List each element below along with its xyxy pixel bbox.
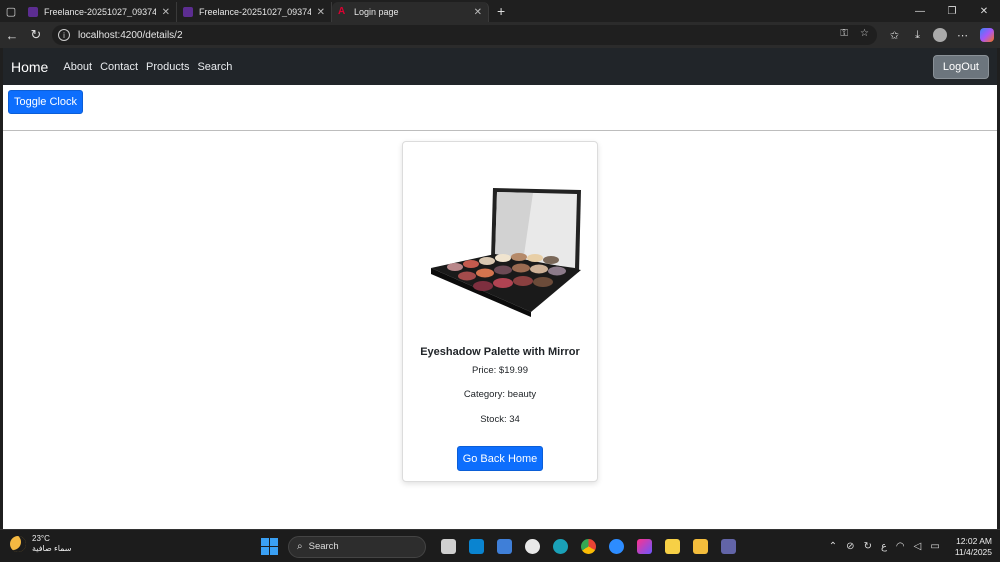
vscode-icon[interactable] [462, 533, 490, 560]
jetbrains-icon[interactable] [630, 533, 658, 560]
nav-link-search[interactable]: Search [197, 61, 232, 73]
window-controls: — ❐ ✕ [904, 0, 1000, 22]
new-tab-icon[interactable]: + [497, 3, 505, 19]
clock-time: 12:02 AM [956, 535, 992, 546]
toggle-clock-button[interactable]: Toggle Clock [8, 90, 83, 114]
copilot-icon[interactable] [980, 28, 994, 42]
search-icon: ⌕ [297, 541, 303, 552]
windows-taskbar: 23°C سماء صافية ⌕ Search ⌃ ⊘ ↻ ع ◠ ◁ ▭ 1… [0, 529, 1000, 562]
visual-studio-favicon-icon [183, 7, 193, 17]
file-explorer-icon[interactable] [686, 533, 714, 560]
close-tab-icon[interactable]: ✕ [474, 7, 482, 18]
go-back-home-button[interactable]: Go Back Home [457, 446, 543, 471]
zoom-icon[interactable] [602, 533, 630, 560]
nav-home-brand[interactable]: Home [11, 59, 48, 75]
taskbar-search[interactable]: ⌕ Search [288, 535, 426, 558]
system-tray: ⌃ ⊘ ↻ ع ◠ ◁ ▭ 12:02 AM 11/4/2025 [829, 533, 992, 560]
nav-link-products[interactable]: Products [146, 61, 189, 73]
url-text: localhost:4200/details/2 [78, 29, 183, 41]
task-view-icon[interactable] [434, 533, 462, 560]
teams-icon[interactable] [714, 533, 742, 560]
angular-favicon-icon: A [338, 6, 346, 17]
close-window-icon[interactable]: ✕ [968, 0, 1000, 22]
camera-off-icon[interactable]: ⊘ [846, 541, 854, 552]
address-bar-row: ← ↻ i localhost:4200/details/2 ⚿ ☆ [0, 22, 1000, 48]
wifi-icon[interactable]: ◠ [896, 541, 905, 552]
battery-icon[interactable]: ▭ [930, 541, 939, 552]
browser-tab-strip: ▢ Freelance-20251027_093740-Me ✕ Freelan… [0, 0, 1000, 22]
app-navbar: Home About Contact Products Search LogOu… [3, 48, 997, 85]
windows-start-icon[interactable] [258, 536, 280, 558]
site-info-icon[interactable]: i [58, 29, 70, 41]
restore-icon[interactable]: ❐ [936, 0, 968, 22]
product-image [431, 188, 581, 317]
product-category: Category: beauty [463, 389, 537, 400]
taskbar-clock[interactable]: 12:02 AM 11/4/2025 [955, 536, 992, 558]
moon-weather-icon [10, 536, 26, 552]
close-tab-icon[interactable]: ✕ [162, 7, 170, 18]
back-arrow-icon[interactable]: ← [0, 23, 24, 47]
minimize-icon[interactable]: — [904, 0, 936, 22]
clock-date: 11/4/2025 [954, 546, 992, 557]
browser-toolbar: ✩ ⤓ ⋯ [883, 22, 1000, 48]
favorite-star-icon[interactable]: ☆ [860, 28, 869, 39]
browser-tab-2[interactable]: Freelance-20251027_093740-Me ✕ [177, 2, 332, 22]
more-options-icon[interactable]: ⋯ [951, 23, 974, 47]
logout-button[interactable]: LogOut [932, 55, 989, 79]
refresh-icon[interactable]: ↻ [24, 23, 48, 47]
favorites-icon[interactable]: ✩ [883, 23, 906, 47]
tab-title: Login page [354, 7, 399, 17]
product-price: Price: $19.99 [472, 365, 528, 376]
profile-avatar[interactable] [933, 28, 947, 42]
toggle-clock-section: Toggle Clock [3, 85, 997, 131]
tab-actions-icon[interactable]: ▢ [0, 0, 22, 22]
product-detail-card: Eyeshadow Palette with Mirror Price: $19… [402, 141, 598, 482]
weather-temp: 23°C [32, 534, 50, 543]
app-icon[interactable] [518, 533, 546, 560]
edge-icon[interactable] [546, 533, 574, 560]
weather-desc: سماء صافية [32, 544, 72, 553]
weather-widget[interactable]: 23°C سماء صافية [10, 534, 72, 554]
tab-title: Freelance-20251027_093740-Me [199, 7, 311, 17]
input-language[interactable]: ع [881, 541, 887, 552]
product-name: Eyeshadow Palette with Mirror [420, 346, 580, 358]
nav-link-about[interactable]: About [63, 61, 92, 73]
chevron-up-icon[interactable]: ⌃ [829, 541, 837, 552]
downloads-icon[interactable]: ⤓ [906, 23, 929, 47]
browser-tab-3[interactable]: A Login page ✕ [332, 2, 489, 22]
visual-studio-favicon-icon [28, 7, 38, 17]
sticky-notes-icon[interactable] [658, 533, 686, 560]
tab-title: Freelance-20251027_093740-Me [44, 7, 156, 17]
sync-icon[interactable]: ↻ [864, 541, 872, 552]
volume-icon[interactable]: ◁ [914, 541, 922, 552]
page-viewport: Home About Contact Products Search LogOu… [3, 48, 997, 529]
nav-link-contact[interactable]: Contact [100, 61, 138, 73]
browser-tab-1[interactable]: Freelance-20251027_093740-Me ✕ [22, 2, 177, 22]
visual-studio-icon[interactable] [490, 533, 518, 560]
close-tab-icon[interactable]: ✕ [317, 7, 325, 18]
key-icon[interactable]: ⚿ [840, 28, 848, 39]
chrome-icon[interactable] [574, 533, 602, 560]
taskbar-apps: ⌕ Search [258, 533, 742, 560]
taskbar-search-label: Search [308, 541, 339, 552]
product-stock: Stock: 34 [480, 414, 520, 425]
address-bar[interactable]: i localhost:4200/details/2 ⚿ ☆ [52, 25, 877, 45]
